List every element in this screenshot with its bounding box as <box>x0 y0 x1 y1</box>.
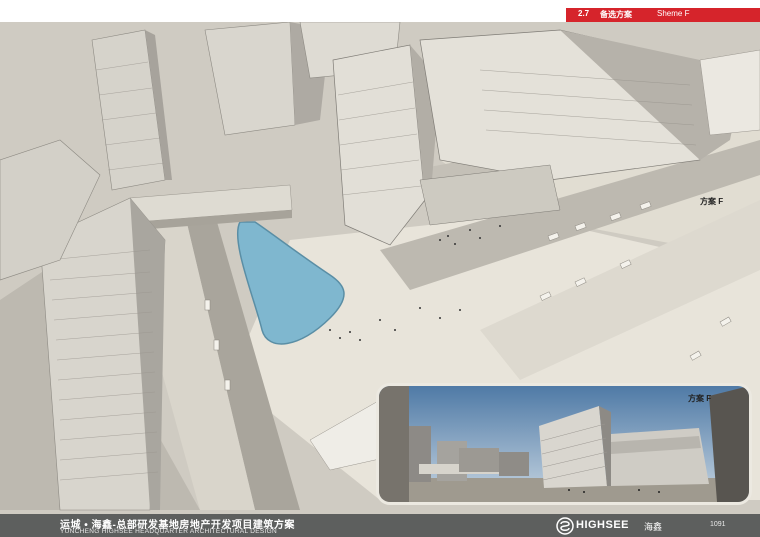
brand-name-cn: 海鑫 <box>644 522 663 532</box>
section-subtitle: Sheme F <box>657 9 690 18</box>
scheme-label-inset: 方案 F <box>688 394 712 403</box>
presentation-page: 2.7 备选方案 Sheme F 方案 F 方案 F 运城 • 海鑫-总部研发基… <box>0 0 760 537</box>
page-number: 1091 <box>710 521 726 528</box>
brand-name: HIGHSEE <box>576 519 630 531</box>
section-number: 2.7 <box>578 9 590 18</box>
section-title: 备选方案 <box>600 10 632 19</box>
scheme-label-main: 方案 F <box>700 197 724 206</box>
footer-title-en: YUNCHENG HIGHSEE HEADQUARTER ARCHITECTUR… <box>60 528 277 535</box>
highsee-logo-icon <box>556 517 574 535</box>
